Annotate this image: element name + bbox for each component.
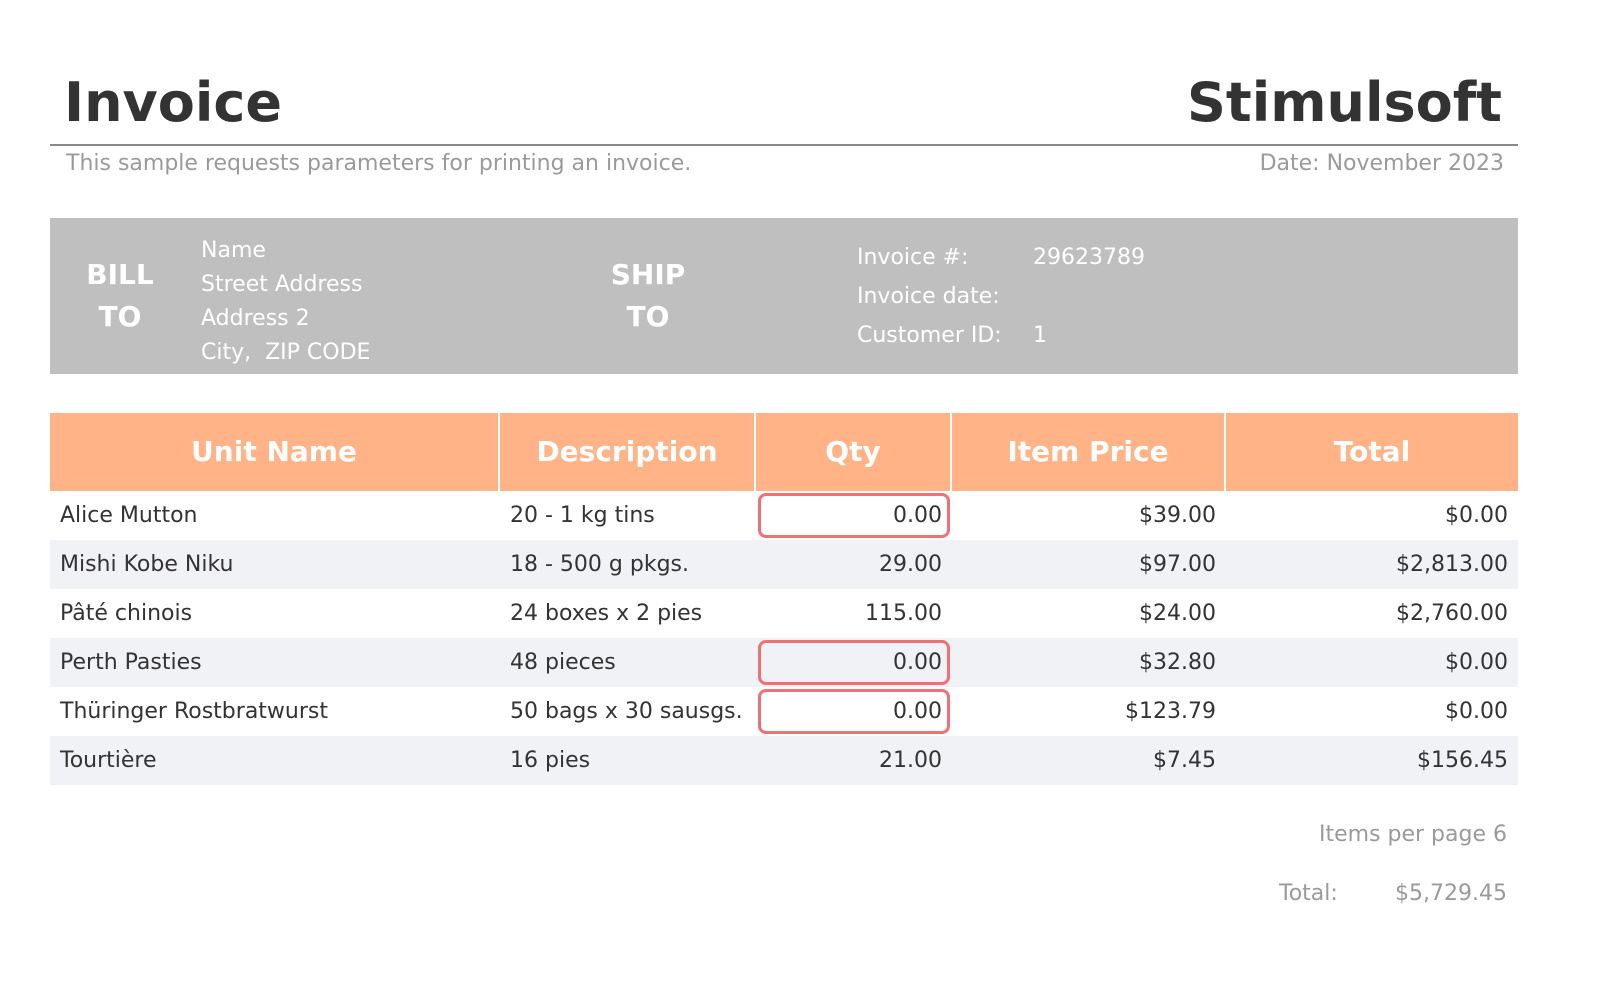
cell-unit-name: Pâté chinois [60,601,193,626]
bill-to-city-zip: City, ZIP CODE [201,340,371,365]
report-subtitle: This sample requests parameters for prin… [66,151,692,176]
invoice-number-row: Invoice #: 29623789 [857,238,1357,277]
column-header-description: Description [500,413,756,491]
cell-description: 16 pies [510,748,591,773]
cell-total: $0.00 [1445,503,1508,528]
cell-total: $2,813.00 [1396,552,1508,577]
cell-qty: 115.00 [865,601,942,626]
customer-id-row: Customer ID: 1 [857,316,1357,355]
cell-item-price: $32.80 [1139,650,1216,675]
cell-total: $0.00 [1445,650,1508,675]
column-header-unit-name: Unit Name [50,413,500,491]
cell-item-price: $97.00 [1139,552,1216,577]
cell-qty: 29.00 [879,552,942,577]
header-divider [50,144,1518,146]
table-row: Pâté chinois 24 boxes x 2 pies 115.00 $2… [50,589,1518,638]
grand-total-label: Total: [1279,881,1338,906]
bill-to-label-line1: BILL [86,258,154,291]
bill-to-label-line2: TO [98,300,142,333]
ship-to-label: SHIP TO [598,254,698,338]
cell-qty-flagged: 0.00 [756,687,952,736]
bill-to-name: Name [201,238,266,263]
invoice-number-value: 29623789 [1033,245,1145,270]
invoice-page: Invoice Stimulsoft This sample requests … [50,0,1518,1000]
bill-to-label: BILL TO [70,254,170,338]
cell-total: $156.45 [1417,748,1508,773]
cell-unit-name: Mishi Kobe Niku [60,552,234,577]
cell-item-price: $7.45 [1153,748,1216,773]
ship-to-label-line1: SHIP [610,258,686,291]
cell-item-price: $39.00 [1139,503,1216,528]
cell-qty-flagged: 0.00 [756,491,952,540]
cell-description: 24 boxes x 2 pies [510,601,703,626]
bill-to-address2: Address 2 [201,306,310,331]
cell-item-price: $123.79 [1125,699,1216,724]
cell-description: 18 - 500 g pkgs. [510,552,689,577]
invoice-number-label: Invoice #: [857,245,969,270]
invoice-date-label: Invoice date: [857,284,1000,309]
cell-description: 20 - 1 kg tins [510,503,655,528]
cell-qty-flagged: 0.00 [756,638,952,687]
table-row: Alice Mutton 20 - 1 kg tins 0.00 $39.00 … [50,491,1518,540]
cell-unit-name: Tourtière [60,748,157,773]
table-row: Thüringer Rostbratwurst 50 bags x 30 sau… [50,687,1518,736]
cell-qty: 21.00 [879,748,942,773]
invoice-items-table: Unit Name Description Qty Item Price Tot… [50,413,1518,785]
grand-total-value: $5,729.45 [1395,881,1507,906]
company-name: Stimulsoft [1187,71,1502,134]
ship-to-label-line2: TO [626,300,670,333]
column-header-item-price: Item Price [952,413,1226,491]
report-date: Date: November 2023 [1259,151,1504,176]
column-header-qty: Qty [756,413,952,491]
bill-to-street: Street Address [201,272,363,297]
column-header-total: Total [1333,435,1411,468]
cell-unit-name: Alice Mutton [60,503,198,528]
items-per-page-text: Items per page 6 [1318,822,1507,847]
table-row: Perth Pasties 48 pieces 0.00 $32.80 $0.0… [50,638,1518,687]
cell-total: $2,760.00 [1396,601,1508,626]
table-row: Mishi Kobe Niku 18 - 500 g pkgs. 29.00 $… [50,540,1518,589]
customer-id-label: Customer ID: [857,323,1002,348]
table-header: Unit Name Description Qty Item Price Tot… [50,413,1518,491]
cell-description: 50 bags x 30 sausgs. [510,699,743,724]
invoice-meta: Invoice #: 29623789 Invoice date: Custom… [857,238,1357,355]
bill-to-address: Name Street Address Address 2 City, ZIP … [201,234,370,370]
report-header: Invoice Stimulsoft [50,70,1518,140]
grand-total: Total: $5,729.45 [1207,879,1507,909]
table-row: Tourtière 16 pies 21.00 $7.45 $156.45 [50,736,1518,785]
invoice-date-row: Invoice date: [857,277,1357,316]
page-title: Invoice [64,71,282,134]
customer-id-value: 1 [1033,323,1047,348]
cell-total: $0.00 [1445,699,1508,724]
cell-unit-name: Thüringer Rostbratwurst [60,699,328,724]
cell-item-price: $24.00 [1139,601,1216,626]
billing-info-band: BILL TO Name Street Address Address 2 Ci… [50,218,1518,374]
cell-unit-name: Perth Pasties [60,650,202,675]
cell-description: 48 pieces [510,650,616,675]
